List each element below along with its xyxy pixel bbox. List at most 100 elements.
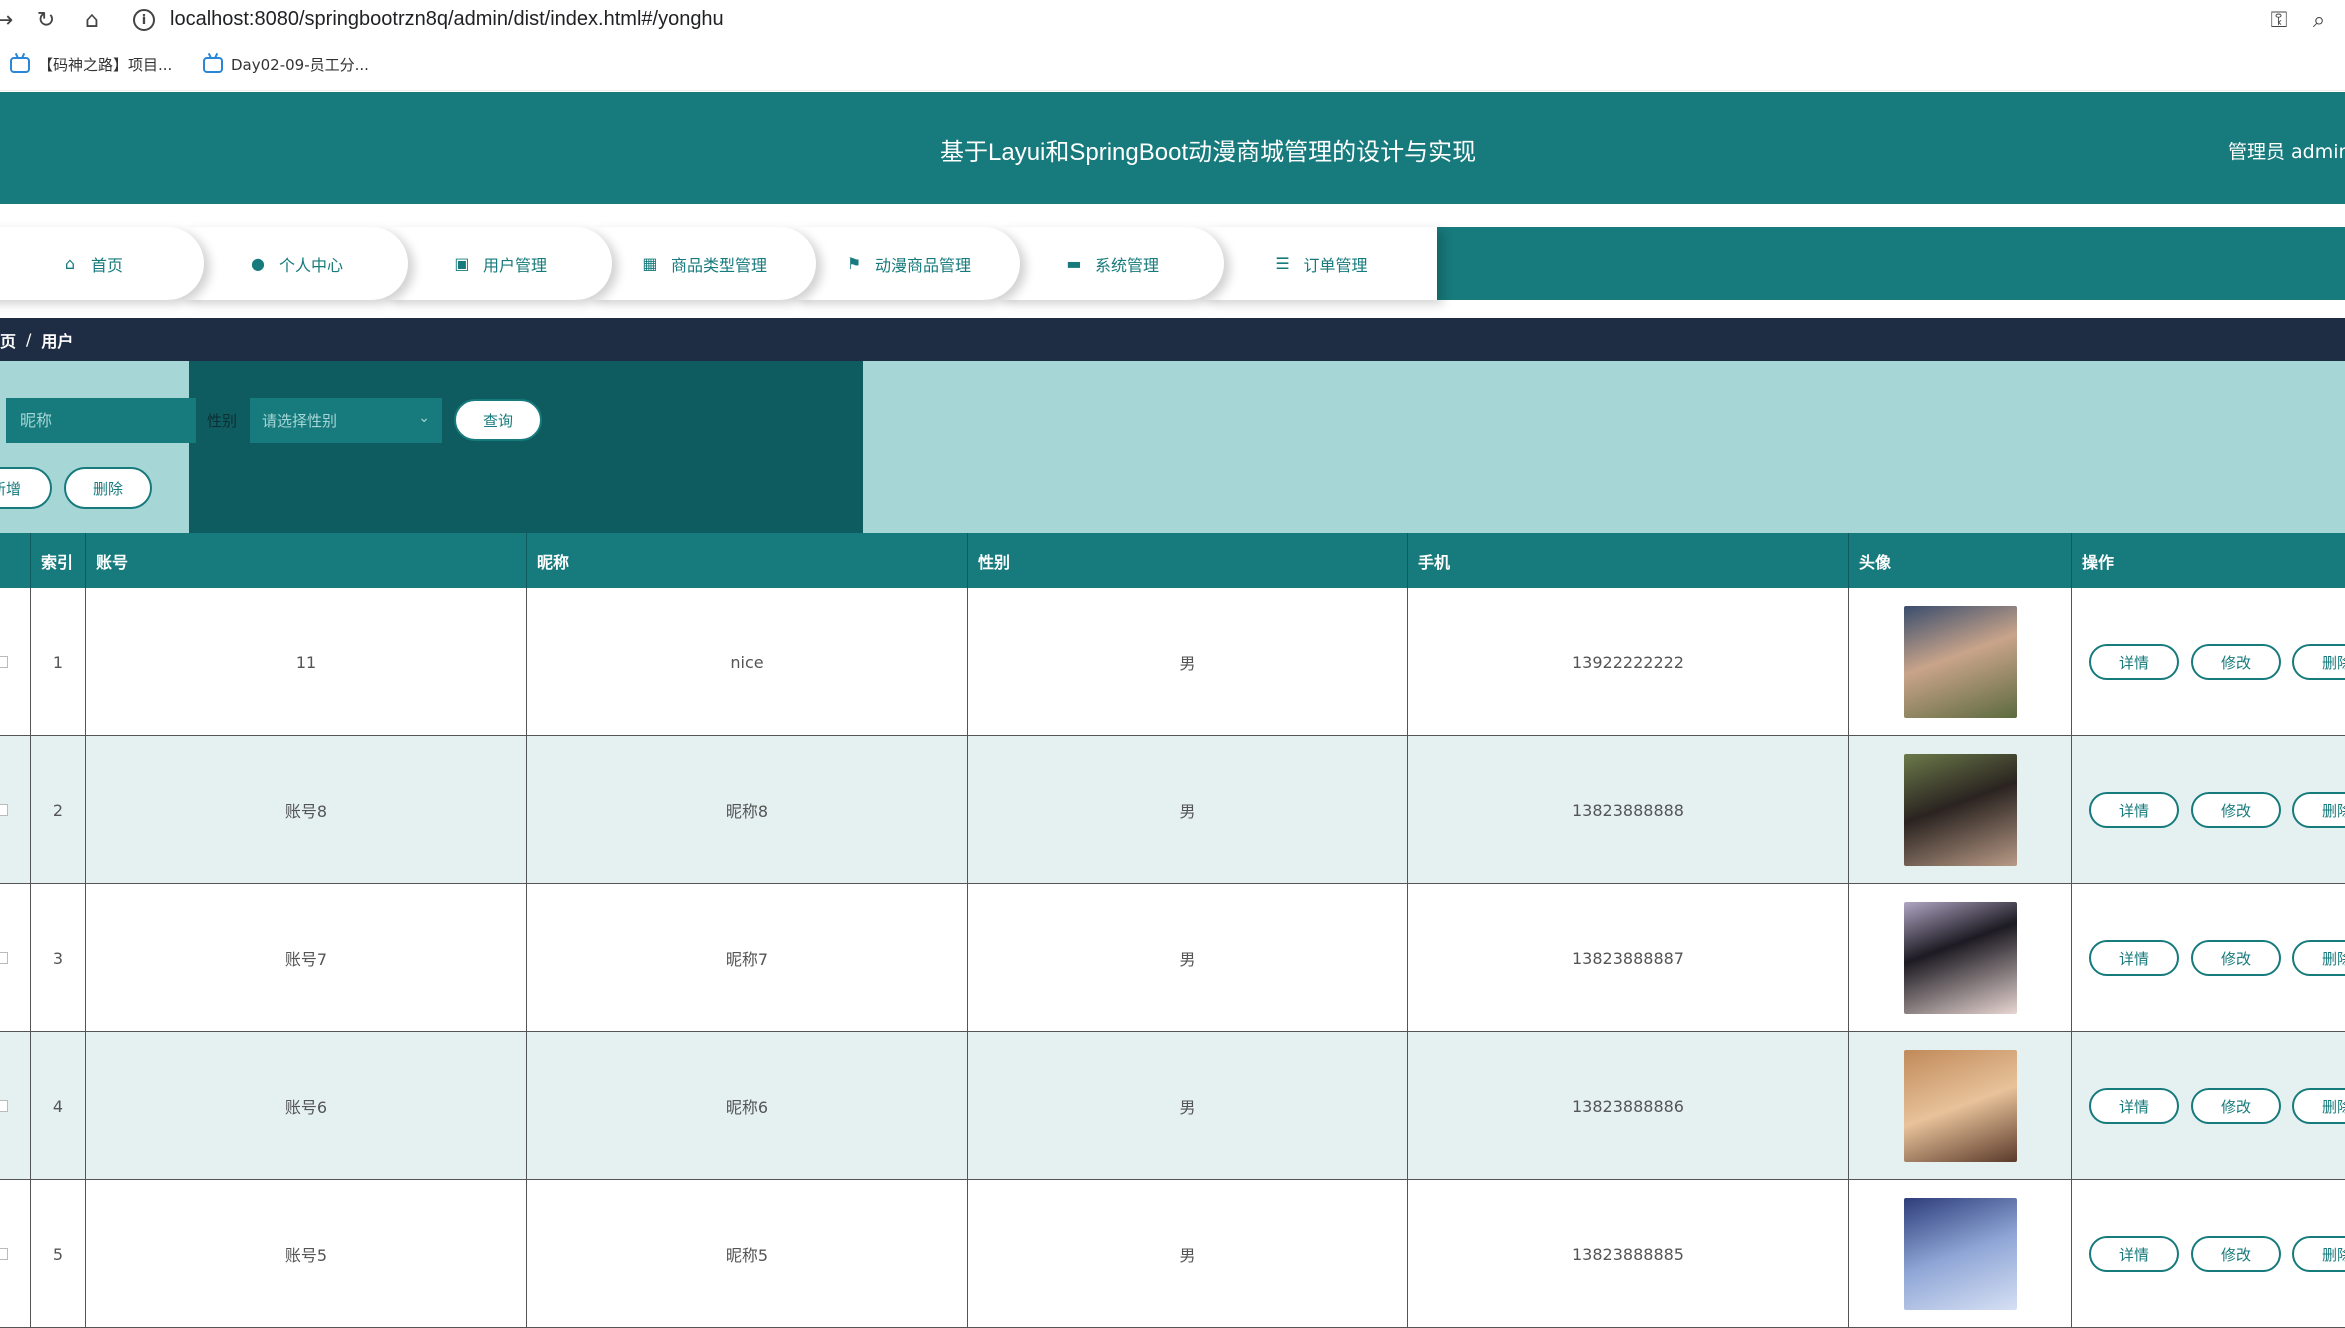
cell-phone: 13823888886 [1408,1032,1849,1180]
nav-item-profile[interactable]: ● 个人中心 [184,227,408,300]
edit-button[interactable]: 修改 [2191,792,2281,828]
row-delete-button[interactable]: 删除 [2292,644,2345,680]
cell-actions: 详情 修改 删除 [2072,884,2345,1032]
nav-label: 用户管理 [482,255,547,275]
detail-button[interactable]: 详情 [2089,644,2179,680]
detail-button[interactable]: 详情 [2089,1236,2179,1272]
nav-item-categories[interactable]: ▦ 商品类型管理 [592,227,816,300]
cell-account: 账号6 [86,1032,527,1180]
avatar [1903,1198,2017,1310]
row-delete-button[interactable]: 删除 [2292,940,2345,976]
cell-phone: 13823888888 [1408,736,1849,884]
row-delete-button[interactable]: 删除 [2292,1236,2345,1272]
nickname-search-input[interactable] [6,398,196,443]
gender-select[interactable]: 请选择性别 ⌄ [250,398,442,443]
cell-actions: 详情 修改 删除 [2072,1032,2345,1180]
back-arrow-icon[interactable]: → [0,6,18,34]
row-checkbox[interactable] [0,1248,8,1260]
row-checkbox[interactable] [0,656,8,668]
query-label: 查询 [482,411,513,430]
cell-index: 5 [31,1180,86,1328]
url-text[interactable]: localhost:8080/springbootrzn8q/admin/dis… [170,8,724,31]
header-nickname[interactable]: 昵称 [527,533,968,588]
cell-actions: 详情 修改 删除 [2072,588,2345,736]
nav-item-users[interactable]: ▣ 用户管理 [388,227,612,300]
row-checkbox[interactable] [0,804,8,816]
row-checkbox[interactable] [0,952,8,964]
bookmark-label: Day02-09-员工分... [231,56,369,74]
delete-button[interactable]: 删除 [64,467,152,509]
bookmark-item[interactable]: 【码神之路】项目... [10,54,172,75]
row-delete-button[interactable]: 删除 [2292,1088,2345,1124]
detail-button[interactable]: 详情 [2089,792,2179,828]
cell-avatar [1849,1032,2072,1180]
bookmark-label: 【码神之路】项目... [38,56,173,74]
nav-item-home[interactable]: ⌂ 首页 [0,227,204,300]
site-info-icon[interactable]: i [133,9,155,31]
sliders-icon: ☰ [1275,254,1290,273]
edit-button[interactable]: 修改 [2191,1236,2281,1272]
nav-label: 动漫商品管理 [874,255,971,275]
row-checkbox-cell [0,736,31,884]
table-row: 2 账号8 昵称8 男 13823888888 详情 修改 删除 [0,736,2345,884]
row-delete-label: 删除 [2321,653,2345,672]
delete-label: 删除 [92,479,123,498]
nav-item-orders[interactable]: ☰ 订单管理 [1204,227,1437,300]
edit-label: 修改 [2220,1097,2251,1116]
bilibili-icon [10,56,30,73]
cell-gender: 男 [968,588,1408,736]
edit-button[interactable]: 修改 [2191,940,2281,976]
nav-item-system[interactable]: ▬ 系统管理 [1000,227,1224,300]
briefcase-icon: ▬ [1066,254,1082,273]
cell-avatar [1849,736,2072,884]
detail-button[interactable]: 详情 [2089,1088,2179,1124]
header-avatar: 头像 [1849,533,2072,588]
cell-actions: 详情 修改 删除 [2072,736,2345,884]
avatar [1903,902,2017,1014]
home-browser-icon[interactable]: ⌂ [78,6,106,34]
cell-avatar [1849,588,2072,736]
header-phone[interactable]: 手机 [1408,533,1849,588]
edit-button[interactable]: 修改 [2191,644,2281,680]
detail-label: 详情 [2118,949,2149,968]
cell-gender: 男 [968,1032,1408,1180]
bookmark-item[interactable]: Day02-09-员工分... [203,54,369,75]
cell-phone: 13823888887 [1408,884,1849,1032]
detail-button[interactable]: 详情 [2089,940,2179,976]
zoom-icon[interactable]: ⌕ [2305,6,2333,34]
nav-label: 系统管理 [1094,255,1159,275]
query-button[interactable]: 查询 [454,399,542,441]
row-checkbox[interactable] [0,1100,8,1112]
cell-account: 11 [86,588,527,736]
row-delete-label: 删除 [2321,949,2345,968]
row-checkbox-cell [0,884,31,1032]
cell-nickname: 昵称6 [527,1032,968,1180]
header-account[interactable]: 账号 [86,533,527,588]
chevron-down-icon: ⌄ [418,410,430,426]
reload-icon[interactable]: ↻ [32,6,60,34]
nav-label: 首页 [90,255,123,275]
avatar [1903,754,2017,866]
admin-label[interactable]: 管理员 admin [2228,137,2345,164]
cell-account: 账号7 [86,884,527,1032]
bookmarks-bar: 【码神之路】项目... Day02-09-员工分... [0,40,2345,91]
row-delete-button[interactable]: 删除 [2292,792,2345,828]
clipboard-icon: ▣ [454,254,470,273]
add-button[interactable]: 新增 [0,467,52,509]
flag-icon: ⚑ [846,254,862,273]
cell-index: 2 [31,736,86,884]
header-index: 索引 [31,533,86,588]
header-gender[interactable]: 性别 [968,533,1408,588]
edit-button[interactable]: 修改 [2191,1088,2281,1124]
bilibili-icon [203,56,223,73]
table-row: 3 账号7 昵称7 男 13823888887 详情 修改 删除 [0,884,2345,1032]
avatar [1903,1050,2017,1162]
nav-label: 商品类型管理 [670,255,767,275]
cell-nickname: nice [527,588,968,736]
nav-item-products[interactable]: ⚑ 动漫商品管理 [796,227,1020,300]
edit-label: 修改 [2220,1245,2251,1264]
breadcrumb-home[interactable]: 页 [0,328,16,352]
key-icon[interactable]: ⚿ [2265,6,2293,34]
home-icon: ⌂ [64,254,76,273]
app-header: 基于Layui和SpringBoot动漫商城管理的设计与实现 管理员 admin [0,92,2345,204]
